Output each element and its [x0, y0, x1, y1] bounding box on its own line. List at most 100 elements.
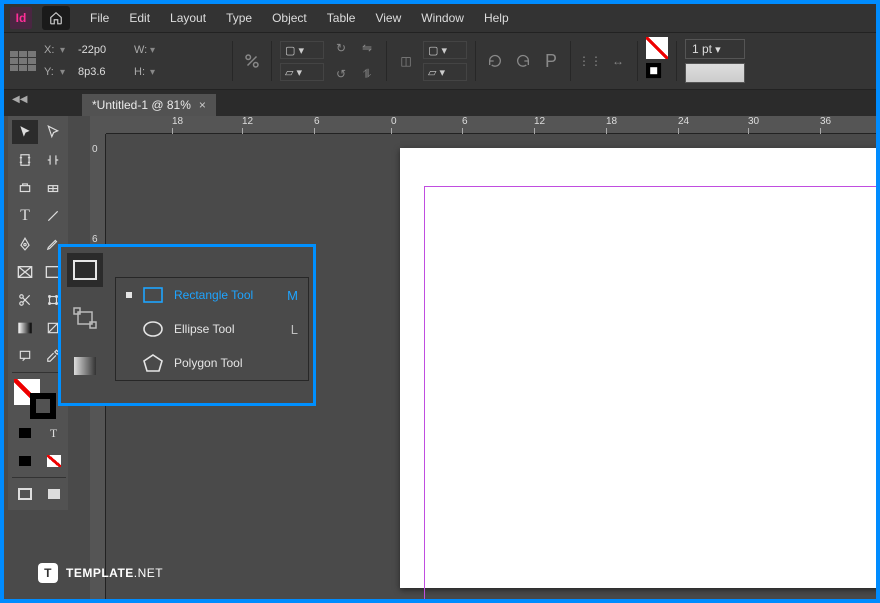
fit-dropdown-1[interactable]: ▢ ▾ [423, 41, 467, 59]
document-tab[interactable]: *Untitled-1 @ 81% × [82, 94, 216, 116]
rotate-cw-icon[interactable]: ↻ [330, 37, 352, 59]
menu-file[interactable]: File [80, 4, 119, 32]
flyout-item-ellipse[interactable]: Ellipse ToolL [116, 312, 308, 346]
menu-layout[interactable]: Layout [160, 4, 216, 32]
ruler-origin[interactable] [90, 116, 106, 134]
workspace: 18126061218243036 06 T [4, 116, 876, 599]
flip-v-icon[interactable]: ⥮ [356, 63, 378, 85]
document-tabstrip: *Untitled-1 @ 81% × [4, 90, 876, 116]
x-value[interactable]: -22p0 [76, 43, 122, 57]
stroke-swatch[interactable] [646, 63, 661, 78]
home-button[interactable] [42, 6, 70, 30]
page-tool[interactable] [12, 148, 38, 172]
view-mode-normal[interactable] [12, 482, 37, 506]
app-window: Id File Edit Layout Type Object Table Vi… [4, 4, 876, 599]
flyout-gradient-icon[interactable] [67, 349, 103, 383]
h-label: H: [134, 66, 148, 78]
menubar: Id File Edit Layout Type Object Table Vi… [4, 4, 876, 32]
scale-percent-icon[interactable] [241, 50, 263, 72]
rotate-dropdown[interactable]: ▢ ▾ [280, 41, 324, 59]
flyout-transform-tool-icon[interactable] [67, 301, 103, 335]
rotate-90-icon[interactable] [512, 50, 534, 72]
reference-point-grid[interactable] [10, 51, 36, 71]
x-stepper[interactable]: ▾ [60, 45, 74, 56]
ruler-tick: 12 [534, 116, 545, 127]
ruler-tick: 30 [748, 116, 759, 127]
flyout-item-label: Rectangle Tool [174, 288, 253, 302]
menu-view[interactable]: View [365, 4, 411, 32]
view-mode-preview[interactable] [41, 482, 66, 506]
w-stepper[interactable]: ▾ [150, 45, 164, 56]
menu-edit[interactable]: Edit [119, 4, 160, 32]
menu-table[interactable]: Table [317, 4, 366, 32]
watermark: T TEMPLATE.NET [38, 563, 163, 583]
flyout-item-polygon[interactable]: Polygon Tool [116, 346, 308, 380]
container-select-icon[interactable]: ◫ [395, 50, 417, 72]
stroke-style-preview[interactable] [685, 63, 745, 83]
y-label: Y: [44, 66, 58, 78]
y-value[interactable]: 8p3.6 [76, 65, 122, 79]
divider [676, 41, 677, 81]
paragraph-icon[interactable]: P [540, 50, 562, 72]
w-value[interactable] [166, 43, 212, 57]
menu-type[interactable]: Type [216, 4, 262, 32]
menu-window[interactable]: Window [411, 4, 474, 32]
scissors-tool[interactable] [12, 288, 38, 312]
formatting-text-button[interactable]: T [41, 421, 66, 445]
divider [570, 41, 571, 81]
control-bar: X: ▾ -22p0 Y: ▾ 8p3.6 W: ▾ H: ▾ ▢ ▾ ▱ ▾ … [4, 32, 876, 90]
content-collector-tool[interactable] [12, 176, 38, 200]
content-placer-tool[interactable] [40, 176, 66, 200]
menu-help[interactable]: Help [474, 4, 519, 32]
flyout-item-shortcut: M [287, 288, 298, 303]
transform-again-icon[interactable] [484, 50, 506, 72]
ruler-horizontal[interactable]: 18126061218243036 [106, 116, 876, 134]
h-stepper[interactable]: ▾ [150, 67, 164, 78]
selection-tool[interactable] [12, 120, 38, 144]
panel-collapse-icon[interactable]: ◀◀ [12, 94, 27, 105]
rectangle-frame-tool[interactable] [12, 260, 38, 284]
rect-icon [142, 286, 164, 304]
fit-dropdown-2[interactable]: ▱ ▾ [423, 63, 467, 81]
stroke-weight-field[interactable]: 1 pt ▾ [685, 39, 745, 59]
flyout-item-label: Ellipse Tool [174, 322, 234, 336]
menu-object[interactable]: Object [262, 4, 317, 32]
watermark-icon: T [38, 563, 58, 583]
polygon-icon [142, 354, 164, 372]
home-icon [49, 11, 63, 25]
direct-selection-tool[interactable] [40, 120, 66, 144]
apply-color-button[interactable] [12, 421, 37, 445]
ruler-tick: 0 [92, 144, 98, 155]
distribute-icon[interactable]: ⋮⋮ [579, 50, 601, 72]
flyout-item-rect[interactable]: Rectangle Tool M [116, 278, 308, 312]
apply-none[interactable] [41, 449, 66, 473]
ruler-tick: 24 [678, 116, 689, 127]
x-label: X: [44, 44, 58, 56]
pen-tool[interactable] [12, 232, 38, 256]
fill-swatch[interactable] [646, 37, 668, 59]
ellipse-icon [142, 320, 164, 338]
flip-h-icon[interactable]: ⇋ [356, 37, 378, 59]
ruler-tick: 18 [172, 116, 183, 127]
type-tool[interactable]: T [12, 204, 38, 228]
note-tool[interactable] [12, 344, 38, 368]
flyout-rectangle-tool-icon[interactable] [67, 253, 103, 287]
h-value[interactable] [166, 65, 212, 79]
stroke-color[interactable] [30, 393, 56, 419]
ruler-tick: 12 [242, 116, 253, 127]
app-badge: Id [10, 7, 32, 29]
rotate-ccw-icon[interactable]: ↺ [330, 63, 352, 85]
flyout-tool-stack [67, 253, 103, 383]
divider [637, 41, 638, 81]
shear-dropdown[interactable]: ▱ ▾ [280, 63, 324, 81]
shape-tool-menu: Rectangle Tool M Ellipse ToolLPolygon Tool [115, 277, 309, 381]
gradient-swatch-tool[interactable] [12, 316, 38, 340]
y-stepper[interactable]: ▾ [60, 67, 74, 78]
align-icon[interactable]: ↔ [607, 50, 629, 72]
line-tool[interactable] [40, 204, 66, 228]
gap-tool[interactable] [40, 148, 66, 172]
xy-fields: X: ▾ -22p0 Y: ▾ 8p3.6 [44, 41, 122, 81]
close-icon[interactable]: × [199, 98, 206, 112]
apply-solid-color[interactable] [12, 449, 37, 473]
ruler-tick: 6 [314, 116, 320, 127]
